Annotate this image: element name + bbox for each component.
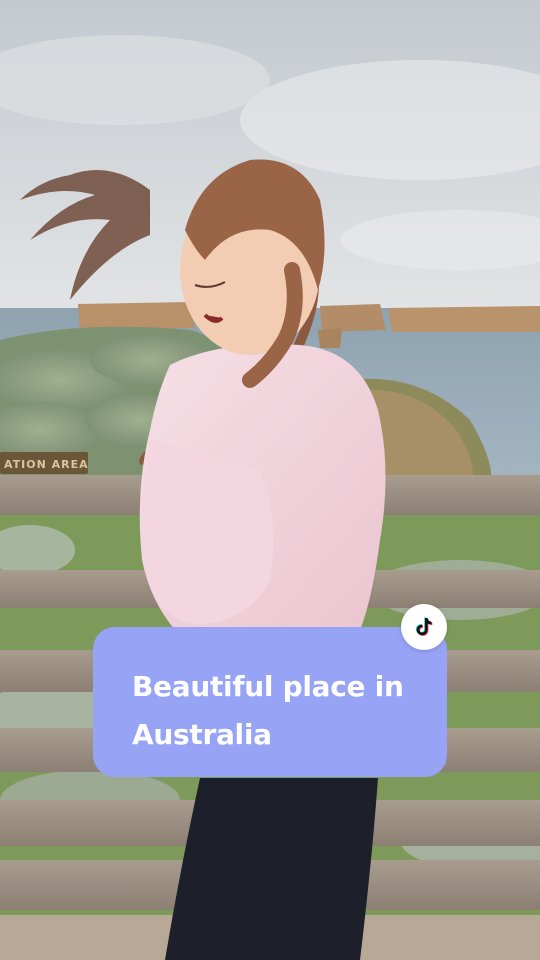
tiktok-badge[interactable] [401,604,447,650]
video-scene: ATION AREA [0,0,540,960]
video-frame[interactable]: ATION AREA Beautiful place in Australia [0,0,540,960]
tiktok-logo-icon [415,617,433,636]
sign-text: ATION AREA [4,458,89,471]
caption-card: Beautiful place in Australia [93,627,447,777]
caption-text: Beautiful place in Australia [132,670,404,751]
